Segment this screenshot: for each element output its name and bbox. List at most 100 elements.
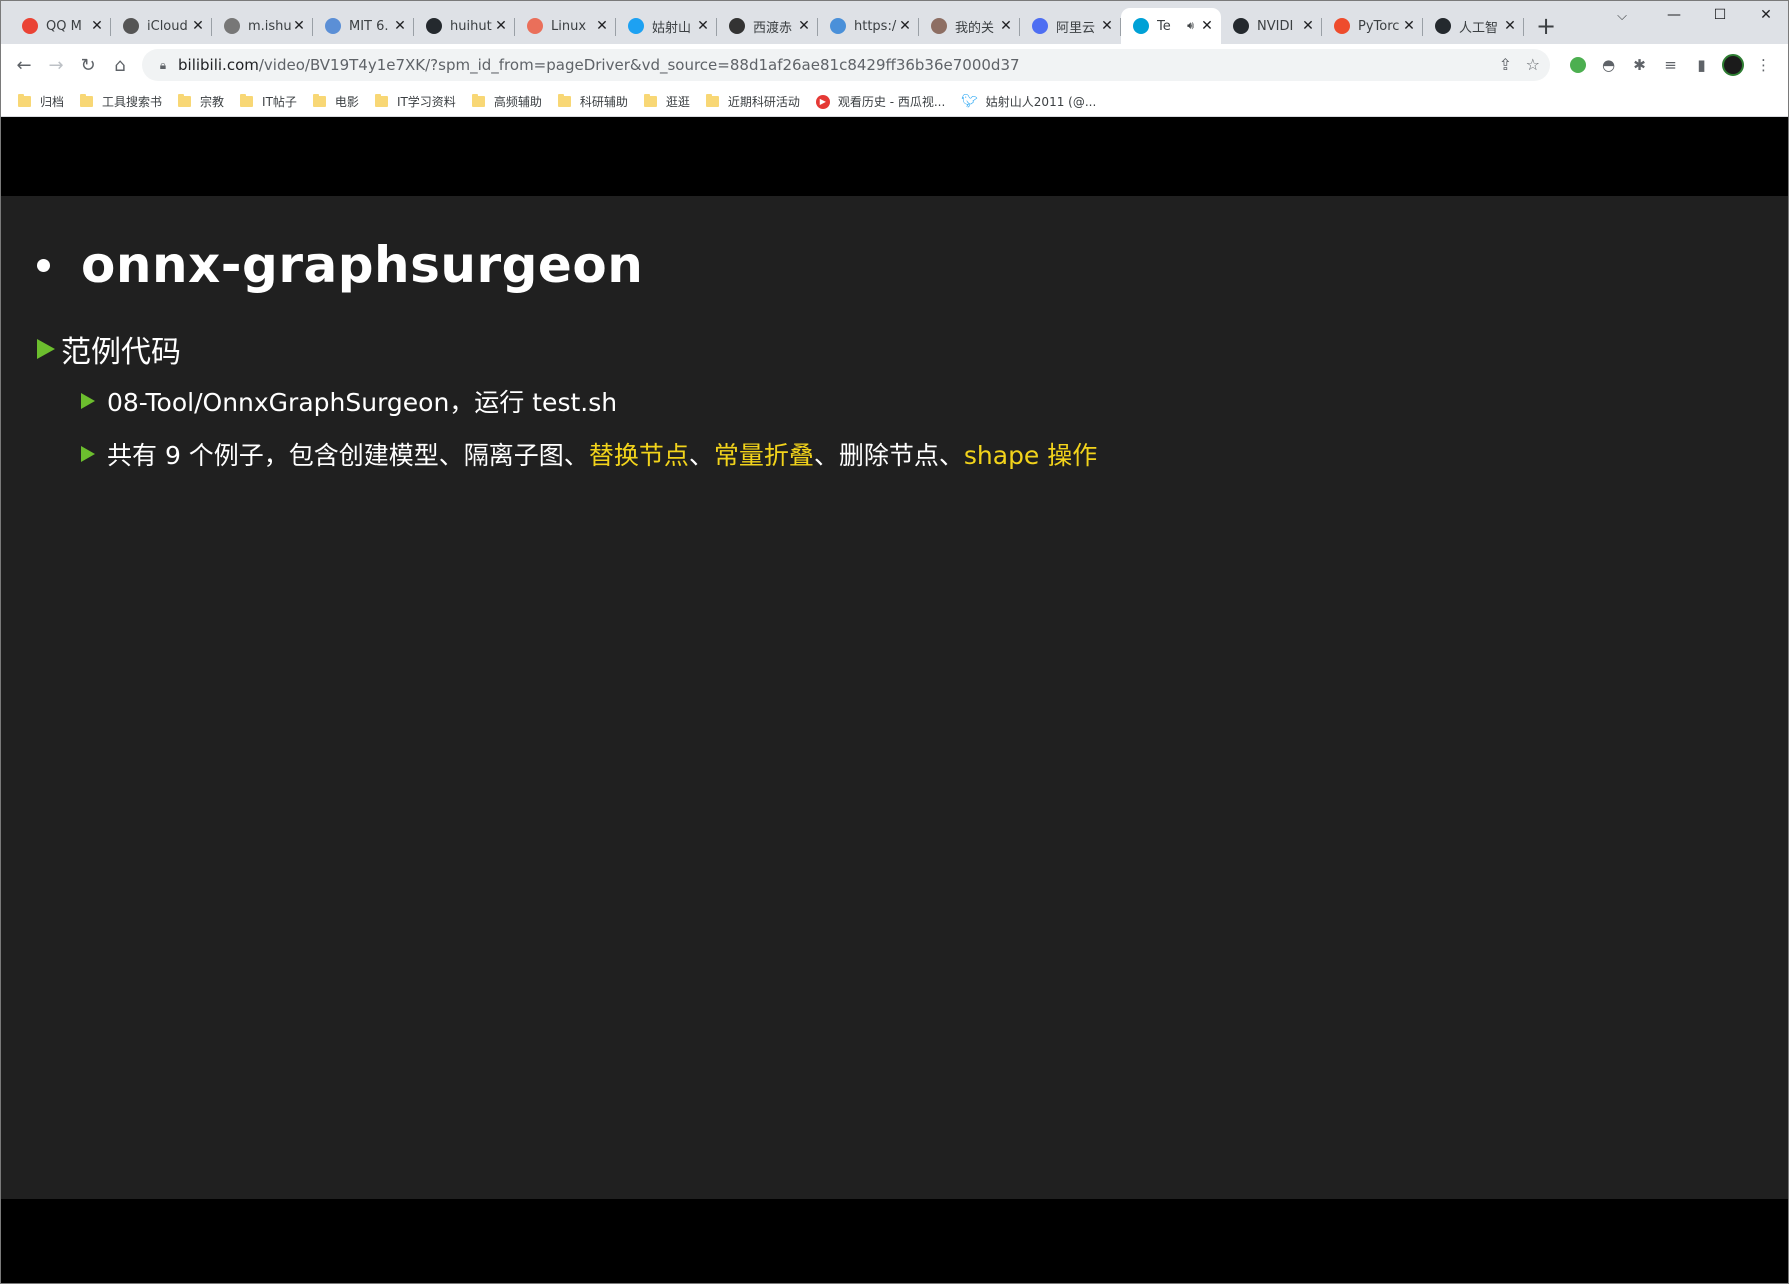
browser-tab[interactable]: 我的关 ✕	[919, 8, 1020, 44]
close-icon[interactable]: ✕	[1200, 18, 1214, 34]
browser-tab[interactable]: iCloud ✕	[111, 8, 212, 44]
bookmark-label: 近期科研活动	[727, 95, 800, 109]
tab-label: MIT 6.	[349, 18, 389, 34]
browser-tab[interactable]: Linux ✕	[515, 8, 616, 44]
window-controls: — ☐ ✕	[1651, 0, 1789, 30]
bookmark-item[interactable]: 🐦︎ 姑射山人2011 (@...	[953, 89, 1104, 115]
close-icon[interactable]: ✕	[898, 18, 912, 34]
wikipedia-icon	[729, 18, 745, 34]
video-player[interactable]: onnx-graphsurgeon 范例代码 08-Tool/OnnxGraph…	[1, 117, 1788, 1279]
side-panel-icon[interactable]: ▮	[1686, 50, 1717, 80]
green-arrow-icon	[81, 393, 95, 409]
browser-tab[interactable]: Te 🔊︎ ✕	[1121, 8, 1221, 44]
close-icon[interactable]: ✕	[393, 18, 407, 34]
section-heading-text: 范例代码	[61, 335, 181, 370]
profile-avatar[interactable]	[1717, 50, 1748, 80]
minimize-icon[interactable]: —	[1651, 0, 1697, 30]
tab-search-chevron-icon[interactable]: ⌵	[1607, 4, 1637, 28]
close-icon[interactable]: ✕	[1402, 18, 1416, 34]
url-text[interactable]: bilibili.com/video/BV19T4y1e7XK/?spm_id_…	[178, 56, 1020, 74]
highlighted-text: 替换节点	[588, 441, 689, 470]
close-icon[interactable]: ✕	[1100, 18, 1114, 34]
tab-label: iCloud	[147, 18, 188, 34]
maximize-icon[interactable]: ☐	[1697, 0, 1743, 30]
green-arrow-icon	[37, 339, 55, 359]
bookmark-label: IT帖子	[262, 95, 297, 109]
bookmark-item[interactable]: IT学习资料	[367, 89, 464, 115]
github-icon	[1233, 18, 1249, 34]
folder-icon	[18, 94, 31, 107]
tab-label: 人工智	[1459, 20, 1499, 36]
browser-tab[interactable]: 人工智 ✕	[1423, 8, 1524, 44]
browser-tab[interactable]: MIT 6. ✕	[313, 8, 414, 44]
browser-tab[interactable]: 阿里云 ✕	[1020, 8, 1121, 44]
browser-tab[interactable]: https:/✕	[818, 8, 919, 44]
extension-mask-icon[interactable]: ◓	[1593, 50, 1624, 80]
browser-tab[interactable]: NVIDI ✕	[1221, 8, 1322, 44]
media-control-icon[interactable]: ≡	[1655, 50, 1686, 80]
new-tab-button[interactable]: +	[1530, 8, 1562, 44]
browser-tab[interactable]: 西渡赤 ✕	[717, 8, 818, 44]
close-icon[interactable]: ✕	[999, 18, 1013, 34]
bookmark-item[interactable]: 近期科研活动	[698, 89, 808, 115]
tab-label: QQ M	[46, 18, 82, 34]
twitter-icon: 🐦︎	[961, 94, 978, 109]
bookmark-label: IT学习资料	[396, 95, 456, 109]
close-icon[interactable]: ✕	[191, 18, 205, 34]
browser-tab[interactable]: QQ M ✕	[10, 8, 111, 44]
bookmark-label: 电影	[334, 95, 359, 109]
bookmark-label: 高频辅助	[493, 95, 542, 109]
close-window-icon[interactable]: ✕	[1743, 0, 1789, 30]
speaker-icon[interactable]: 🔊︎	[1187, 19, 1194, 33]
bookmark-item[interactable]: 宗教	[170, 89, 232, 115]
browser-tab[interactable]: 姑射山 ✕	[616, 8, 717, 44]
bookmark-item[interactable]: 科研辅助	[550, 89, 636, 115]
cube-icon	[325, 18, 341, 34]
tab-list: QQ M ✕ iCloud ✕ m.ishu ✕ MIT 6. ✕ huihut ✕ Linux ✕ 姑…	[0, 0, 1562, 44]
share-icon[interactable]: ⇪	[1499, 55, 1512, 74]
bookmark-item[interactable]: 归档	[10, 89, 72, 115]
apple-icon	[123, 18, 139, 34]
back-arrow-icon[interactable]: ←	[8, 50, 40, 82]
bookmark-item[interactable]: 逛逛	[636, 89, 698, 115]
tab-label: Te	[1157, 18, 1171, 34]
close-icon[interactable]: ✕	[1301, 18, 1315, 34]
address-bar[interactable]: 🔒︎ bilibili.com/video/BV19T4y1e7XK/?spm_…	[142, 49, 1550, 81]
extension-green-icon[interactable]	[1562, 50, 1593, 80]
forward-arrow-icon[interactable]: →	[40, 50, 72, 82]
text-segment: 、	[688, 441, 714, 470]
close-icon[interactable]: ✕	[494, 18, 508, 34]
folder-icon	[374, 94, 388, 107]
bookmark-item[interactable]: IT帖子	[232, 89, 305, 115]
bookmark-item[interactable]: 工具搜索书	[72, 89, 170, 115]
tab-label: NVIDI	[1257, 18, 1294, 34]
menu-kebab-icon[interactable]: ⋮	[1748, 50, 1779, 80]
close-icon[interactable]: ✕	[90, 18, 104, 34]
bookmark-label: 工具搜索书	[102, 95, 163, 109]
close-icon[interactable]: ✕	[696, 18, 710, 34]
bookmark-item[interactable]: ▶ 观看历史 - 西瓜视...	[808, 89, 953, 115]
browser-tab[interactable]: m.ishu ✕	[212, 8, 313, 44]
close-icon[interactable]: ✕	[1503, 18, 1517, 34]
bookmark-item[interactable]: 高频辅助	[464, 89, 550, 115]
close-icon[interactable]: ✕	[595, 18, 609, 34]
browser-tab[interactable]: huihut ✕	[414, 8, 515, 44]
browser-tab[interactable]: PyTorc ✕	[1322, 8, 1423, 44]
home-icon[interactable]: ⌂	[104, 50, 136, 82]
lock-icon[interactable]: 🔒︎	[148, 58, 178, 73]
xigua-icon: ▶	[815, 94, 830, 109]
text-segment: 共有 9 个例子，包含创建模型、隔离子图、	[107, 441, 589, 470]
tab-strip: QQ M ✕ iCloud ✕ m.ishu ✕ MIT 6. ✕ huihut ✕ Linux ✕ 姑…	[0, 0, 1789, 44]
bookmark-label: 归档	[40, 95, 65, 109]
close-icon[interactable]: ✕	[797, 18, 811, 34]
slide-frame: onnx-graphsurgeon 范例代码 08-Tool/OnnxGraph…	[1, 196, 1788, 1199]
close-icon[interactable]: ✕	[292, 18, 306, 34]
url-path: /video/BV19T4y1e7XK/?spm_id_from=pageDri…	[258, 56, 1020, 74]
bullet-line-1: 08-Tool/OnnxGraphSurgeon，运行 test.sh	[81, 383, 617, 419]
bookmark-item[interactable]: 电影	[305, 89, 367, 115]
highlighted-text: 常量折叠	[713, 441, 814, 470]
reload-icon[interactable]: ↻	[72, 50, 104, 82]
bookmark-star-icon[interactable]: ☆	[1526, 55, 1540, 74]
folder-icon	[312, 94, 326, 107]
extensions-puzzle-icon[interactable]: ✱	[1624, 50, 1655, 80]
